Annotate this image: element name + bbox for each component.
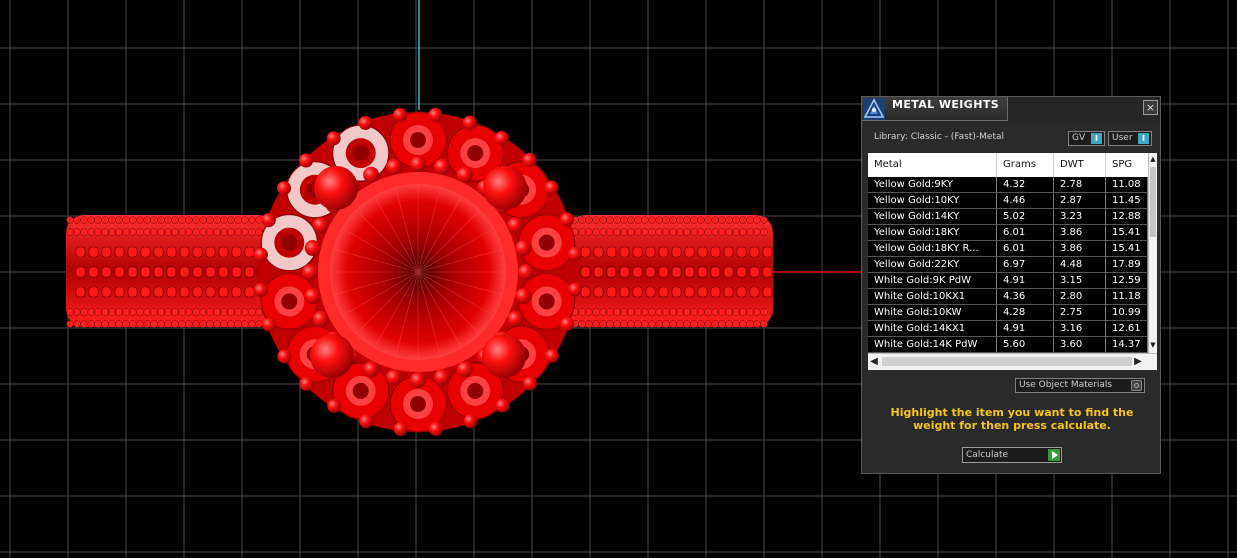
table-header: Metal Grams DWT SPG (868, 153, 1148, 177)
close-button[interactable]: × (1143, 100, 1158, 115)
cell-dwt: 3.86 (1054, 225, 1106, 241)
cell-spg: 12.59 (1106, 273, 1148, 289)
cell-dwt: 3.23 (1054, 209, 1106, 225)
cell-grams: 4.36 (997, 289, 1054, 305)
table-body: Yellow Gold:9KY 4.32 2.78 11.08 Yellow Gold:… (868, 177, 1148, 353)
calculate-label: Calculate (966, 450, 1009, 460)
cell-metal: White Gold:9K PdW (868, 273, 997, 289)
table-row[interactable]: Yellow Gold:18KY 6.01 3.86 15.41 (868, 225, 1148, 241)
cell-metal: Yellow Gold:22KY (868, 257, 997, 273)
cell-grams: 6.01 (997, 241, 1054, 257)
user-toggle[interactable]: User I (1108, 131, 1152, 146)
cell-dwt: 3.16 (1054, 321, 1106, 337)
table-row[interactable]: White Gold:10KW 4.28 2.75 10.99 (868, 305, 1148, 321)
vertical-scrollbar[interactable]: ▲ ▼ (1148, 153, 1157, 353)
user-toggle-knob: I (1138, 133, 1149, 144)
title-tab: METAL WEIGHTS (862, 97, 1008, 121)
table-row[interactable]: Yellow Gold:18KY R... 6.01 3.86 15.41 (868, 241, 1148, 257)
close-icon: × (1145, 101, 1156, 114)
cell-spg: 11.18 (1106, 289, 1148, 305)
table-row[interactable]: Yellow Gold:9KY 4.32 2.78 11.08 (868, 177, 1148, 193)
cell-dwt: 3.15 (1054, 273, 1106, 289)
library-label: Library: Classic - (Fast)-Metal (874, 132, 1005, 142)
cell-grams: 5.60 (997, 337, 1054, 353)
scroll-right-icon[interactable]: ▶ (1132, 354, 1144, 370)
table-row[interactable]: White Gold:14KX1 4.91 3.16 12.61 (868, 321, 1148, 337)
cell-spg: 17.89 (1106, 257, 1148, 273)
cell-metal: White Gold:10KW (868, 305, 997, 321)
cell-metal: Yellow Gold:14KY (868, 209, 997, 225)
cell-grams: 4.28 (997, 305, 1054, 321)
cell-spg: 12.88 (1106, 209, 1148, 225)
vertical-scroll-thumb[interactable] (1150, 167, 1156, 237)
cell-spg: 11.45 (1106, 193, 1148, 209)
table-row[interactable]: Yellow Gold:22KY 6.97 4.48 17.89 (868, 257, 1148, 273)
metal-table[interactable]: Metal Grams DWT SPG Yellow Gold:9KY 4.32 2… (868, 153, 1157, 370)
cell-spg: 15.41 (1106, 225, 1148, 241)
column-header-metal[interactable]: Metal (868, 153, 997, 177)
table-row[interactable]: White Gold:10KX1 4.36 2.80 11.18 (868, 289, 1148, 305)
matrix-logo-icon (863, 98, 885, 120)
cell-dwt: 2.75 (1054, 305, 1106, 321)
horizontal-scroll-thumb[interactable] (882, 357, 1132, 366)
cell-grams: 6.01 (997, 225, 1054, 241)
calculate-button[interactable]: Calculate (962, 447, 1062, 463)
cell-grams: 4.32 (997, 177, 1054, 193)
center-stone-facets (330, 184, 506, 360)
cell-grams: 4.46 (997, 193, 1054, 209)
cell-spg: 15.41 (1106, 241, 1148, 257)
cell-metal: White Gold:10KX1 (868, 289, 997, 305)
scroll-left-icon[interactable]: ◀ (868, 354, 880, 370)
cell-dwt: 3.86 (1054, 241, 1106, 257)
cell-dwt: 3.60 (1054, 337, 1106, 353)
column-header-dwt[interactable]: DWT (1054, 153, 1106, 177)
cell-grams: 4.91 (997, 273, 1054, 289)
radio-icon (1131, 380, 1142, 391)
gv-toggle[interactable]: GV I (1068, 131, 1105, 146)
cell-metal: White Gold:14KX1 (868, 321, 997, 337)
cell-dwt: 2.78 (1054, 177, 1106, 193)
play-icon (1048, 449, 1060, 461)
cell-grams: 4.91 (997, 321, 1054, 337)
cell-spg: 10.99 (1106, 305, 1148, 321)
panel-titlebar[interactable]: METAL WEIGHTS × (862, 97, 1160, 121)
cell-spg: 11.08 (1106, 177, 1148, 193)
cell-metal: Yellow Gold:18KY R... (868, 241, 997, 257)
gv-toggle-knob: I (1091, 133, 1102, 144)
cell-dwt: 4.48 (1054, 257, 1106, 273)
gv-toggle-label: GV (1072, 133, 1086, 143)
horizontal-scrollbar[interactable]: ◀ ▶ (868, 353, 1157, 370)
cell-metal: Yellow Gold:18KY (868, 225, 997, 241)
cell-metal: White Gold:14K PdW (868, 337, 997, 353)
table-row[interactable]: Yellow Gold:10KY 4.46 2.87 11.45 (868, 193, 1148, 209)
metal-weights-panel: METAL WEIGHTS × Library: Classic - (Fast… (861, 96, 1161, 474)
instruction-text: Highlight the item you want to find the … (890, 406, 1134, 432)
table-row[interactable]: White Gold:14K PdW 5.60 3.60 14.37 (868, 337, 1148, 353)
cell-dwt: 2.87 (1054, 193, 1106, 209)
cell-dwt: 2.80 (1054, 289, 1106, 305)
cell-metal: Yellow Gold:10KY (868, 193, 997, 209)
cell-spg: 14.37 (1106, 337, 1148, 353)
table-row[interactable]: Yellow Gold:14KY 5.02 3.23 12.88 (868, 209, 1148, 225)
panel-title: METAL WEIGHTS (892, 98, 1000, 111)
cell-metal: Yellow Gold:9KY (868, 177, 997, 193)
table-row[interactable]: White Gold:9K PdW 4.91 3.15 12.59 (868, 273, 1148, 289)
use-object-materials-toggle[interactable]: Use Object Materials (1015, 378, 1145, 393)
cell-spg: 12.61 (1106, 321, 1148, 337)
scroll-up-icon[interactable]: ▲ (1149, 153, 1157, 165)
column-header-grams[interactable]: Grams (997, 153, 1054, 177)
column-header-spg[interactable]: SPG (1106, 153, 1148, 177)
user-toggle-label: User (1112, 133, 1133, 143)
cell-grams: 5.02 (997, 209, 1054, 225)
use-object-materials-label: Use Object Materials (1019, 380, 1113, 390)
scroll-down-icon[interactable]: ▼ (1149, 339, 1157, 351)
cell-grams: 6.97 (997, 257, 1054, 273)
